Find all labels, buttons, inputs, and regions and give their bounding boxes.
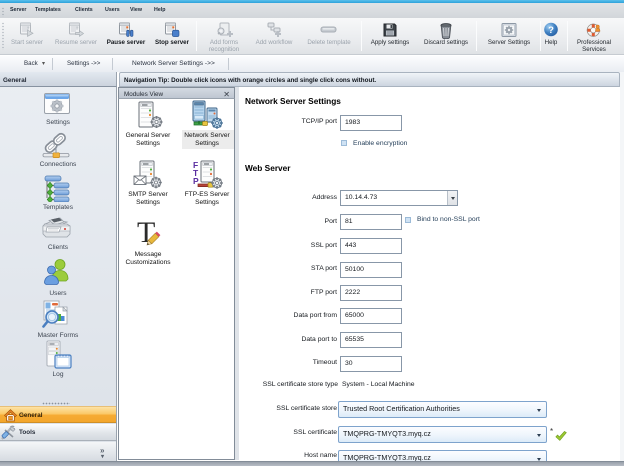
- svg-text:?: ?: [548, 25, 554, 36]
- svg-text:T: T: [137, 218, 155, 249]
